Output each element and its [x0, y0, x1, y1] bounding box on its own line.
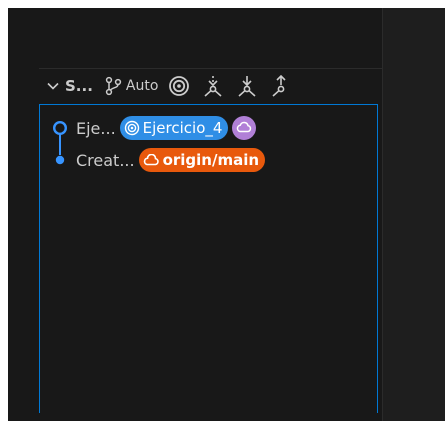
commit-message: Eje...: [76, 118, 116, 138]
push-icon[interactable]: [270, 75, 292, 97]
fetch-icon[interactable]: [202, 75, 224, 97]
pull-icon[interactable]: [236, 75, 258, 97]
cloud-icon: [143, 154, 160, 166]
branch-badge[interactable]: Ejercicio_4: [119, 116, 229, 140]
graph-node: [40, 147, 76, 173]
editor-area: [382, 8, 445, 421]
target-icon[interactable]: [168, 75, 190, 97]
section-title: S...: [65, 77, 93, 95]
target-icon: [124, 120, 140, 136]
commit-row[interactable]: Creat... origin/main: [40, 147, 377, 173]
cloud-icon: [236, 119, 252, 137]
commit-graph-list[interactable]: Eje... Ejercicio_4 Creat... origin/main: [39, 104, 378, 413]
auto-mode-label[interactable]: Auto: [126, 78, 159, 94]
remote-branch-name: origin/main: [162, 151, 260, 169]
graph-section-header[interactable]: S... Auto: [31, 72, 374, 100]
graph-node: [40, 115, 76, 155]
commit-message: Creat...: [76, 150, 135, 170]
activity-gutter: [8, 8, 39, 421]
commit-row[interactable]: Eje... Ejercicio_4: [40, 115, 377, 155]
changes-area: [39, 8, 382, 69]
remote-branch-badge[interactable]: origin/main: [138, 148, 266, 172]
git-branch-icon[interactable]: [103, 75, 125, 97]
branch-name: Ejercicio_4: [142, 119, 223, 137]
chevron-down-icon[interactable]: [45, 78, 61, 94]
remote-cloud-badge[interactable]: [232, 116, 257, 140]
